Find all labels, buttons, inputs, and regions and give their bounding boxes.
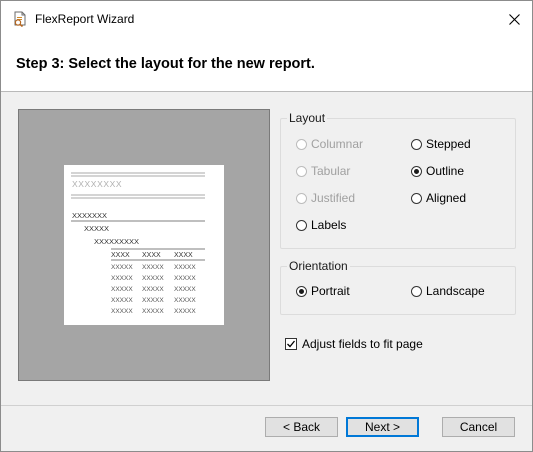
preview-cell: XXXXX <box>142 264 164 271</box>
preview-cell: XXXXX <box>174 297 196 304</box>
preview-cell: XXXXX <box>111 264 133 271</box>
preview-page: XXXXXXXX XXXXXXX XXXXX XXXXXXXXX XXXX XX… <box>64 165 224 325</box>
preview-cell: XXXXX <box>111 275 133 282</box>
radio-label: Justified <box>311 191 356 205</box>
wizard-window: FlexReport Wizard Step 3: Select the lay… <box>0 0 533 452</box>
preview-level3-text: XXXXXXXXX <box>94 237 139 246</box>
preview-cell: XXXXX <box>111 286 133 293</box>
preview-cell: XXXXX <box>174 286 196 293</box>
preview-cell: XXXXX <box>142 297 164 304</box>
preview-cell: XXXXX <box>142 286 164 293</box>
radio-circle[interactable] <box>411 192 422 204</box>
next-button[interactable]: Next > <box>346 417 419 437</box>
radio-circle-selected[interactable] <box>411 165 422 177</box>
close-button[interactable] <box>496 1 532 37</box>
wizard-header: Step 3: Select the layout for the new re… <box>1 37 532 92</box>
preview-cell: XXXXX <box>174 308 196 315</box>
radio-outline[interactable]: Outline <box>411 164 464 178</box>
back-button[interactable]: < Back <box>265 417 338 437</box>
fit-page-label: Adjust fields to fit page <box>302 337 423 351</box>
radio-label: Columnar <box>311 137 364 151</box>
close-icon <box>508 13 520 25</box>
radio-circle[interactable] <box>296 219 307 231</box>
preview-outline-diagram: XXXXXXXX XXXXXXX XXXXX XXXXXXXXX XXXX XX… <box>71 172 205 315</box>
radio-circle-selected[interactable] <box>296 285 307 297</box>
preview-cell: XXXXX <box>174 264 196 271</box>
preview-title-text: XXXXXXXX <box>72 179 122 189</box>
radio-landscape[interactable]: Landscape <box>411 284 485 298</box>
radio-aligned[interactable]: Aligned <box>411 191 466 205</box>
radio-portrait[interactable]: Portrait <box>296 284 350 298</box>
checkbox-box[interactable] <box>285 338 297 350</box>
preview-cell: XXXXX <box>142 308 164 315</box>
radio-justified[interactable]: Justified <box>296 191 355 205</box>
preview-col-header: XXXX <box>174 252 193 259</box>
layout-group-label: Layout <box>287 111 328 125</box>
preview-col-header: XXXX <box>111 252 130 259</box>
orientation-group-label: Orientation <box>287 259 350 273</box>
radio-tabular[interactable]: Tabular <box>296 164 350 178</box>
radio-label: Aligned <box>426 191 467 205</box>
radio-circle[interactable] <box>411 285 422 297</box>
preview-cell: XXXXX <box>142 275 164 282</box>
orientation-group: Orientation Portrait Landscape <box>280 259 516 315</box>
layout-group: Layout Columnar Tabular Justified Labels… <box>280 111 516 249</box>
radio-columnar[interactable]: Columnar <box>296 137 363 151</box>
preview-cell: XXXXX <box>174 275 196 282</box>
radio-circle[interactable] <box>411 138 422 150</box>
radio-circle[interactable] <box>296 192 307 204</box>
footer-separator <box>1 405 532 406</box>
layout-preview: XXXXXXXX XXXXXXX XXXXX XXXXXXXXX XXXX XX… <box>18 109 270 381</box>
preview-col-header: XXXX <box>142 252 161 259</box>
preview-cell: XXXXX <box>111 308 133 315</box>
radio-label: Labels <box>311 218 347 232</box>
checkmark-icon <box>287 340 296 348</box>
cancel-button[interactable]: Cancel <box>442 417 515 437</box>
radio-label: Stepped <box>426 137 471 151</box>
window-title: FlexReport Wizard <box>35 12 135 26</box>
radio-label: Tabular <box>311 164 351 178</box>
preview-level2-text: XXXXX <box>84 224 109 233</box>
radio-label: Outline <box>426 164 465 178</box>
step-title: Step 3: Select the layout for the new re… <box>16 56 315 72</box>
fit-page-checkbox[interactable]: Adjust fields to fit page <box>285 337 423 351</box>
radio-label: Portrait <box>311 284 350 298</box>
radio-circle[interactable] <box>296 165 307 177</box>
preview-level1-text: XXXXXXX <box>72 211 107 220</box>
radio-circle[interactable] <box>296 138 307 150</box>
radio-label: Landscape <box>426 284 485 298</box>
title-bar: FlexReport Wizard <box>1 1 532 37</box>
radio-stepped[interactable]: Stepped <box>411 137 471 151</box>
radio-labels[interactable]: Labels <box>296 218 346 232</box>
report-app-icon <box>12 11 28 28</box>
preview-cell: XXXXX <box>111 297 133 304</box>
